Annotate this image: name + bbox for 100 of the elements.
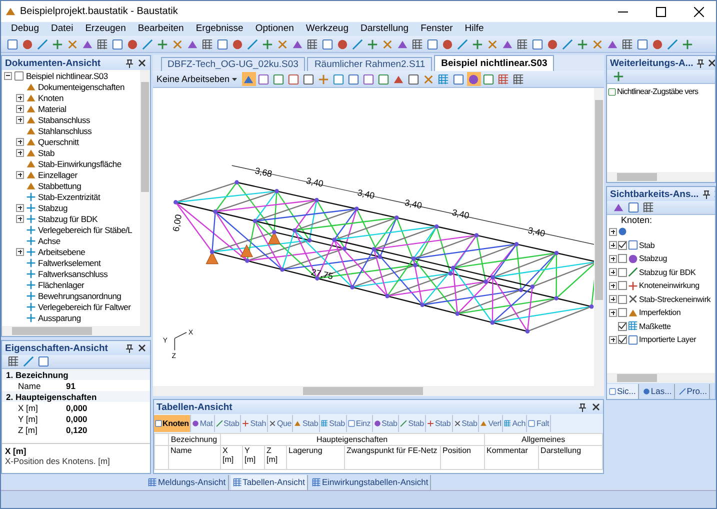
menu-item[interactable]: Optionen [249, 22, 300, 36]
document-tab[interactable]: Beispiel nichtlinear.S03 [434, 55, 554, 71]
property-group[interactable]: 1. Bezeichnung [2, 369, 150, 380]
property-value[interactable]: 0,000 [66, 414, 88, 424]
menu-item[interactable]: Datei [45, 22, 80, 36]
layer-label: Stab [639, 240, 655, 250]
column-header[interactable]: Darstellung [538, 446, 602, 470]
menu-item[interactable]: Fenster [414, 22, 459, 36]
section-heading: Knoten: [620, 215, 654, 225]
list-item[interactable]: Nichtlinear-Zugstäbe vers [617, 87, 698, 96]
panel-title: Dokumenten-Ansicht [5, 58, 102, 68]
tree-item[interactable]: Dokumenteigenschaften [38, 82, 124, 92]
table-tab[interactable]: Verl [479, 415, 504, 432]
table-tab[interactable]: Stah [241, 415, 268, 432]
tree-item[interactable]: Stahlanschluss [38, 126, 92, 136]
workplane-dropdown[interactable]: Keine Arbeitseben [156, 74, 241, 84]
column-header[interactable]: Kommentar [484, 446, 538, 470]
panel-title: Tabellen-Ansicht [156, 402, 234, 412]
property-name: Z [m] [18, 424, 38, 434]
column-group-header: Haupteigenschaften [220, 434, 484, 446]
property-value[interactable]: 0,120 [66, 424, 88, 434]
table-tab[interactable]: Stab [452, 415, 480, 432]
panel-tab[interactable]: Sic... [607, 384, 639, 398]
table-tab[interactable]: Mat [190, 415, 215, 432]
column-header[interactable]: Position [440, 446, 484, 470]
layer-label: Stabzug [639, 254, 667, 264]
column-header[interactable]: X [m] [220, 446, 242, 470]
property-name: Name [18, 380, 42, 390]
column-group-header: Bezeichnung [168, 434, 220, 446]
tree-item[interactable]: Material [38, 104, 66, 114]
table-tab[interactable]: Ach [503, 415, 528, 432]
layer-label: Maßkette [639, 322, 671, 331]
column-header[interactable]: Z [m] [264, 446, 286, 470]
tree-item[interactable]: Faltwerksanschluss [38, 268, 108, 278]
tree-item[interactable]: Flächenlager [38, 280, 84, 290]
dimension-label: 3,40 [304, 176, 324, 189]
description-title: X [m] [5, 446, 28, 456]
tree-item[interactable]: Stabbettung [38, 180, 82, 190]
panel-tab[interactable]: Pro... [676, 384, 710, 398]
column-header[interactable]: Zwangspunkt für FE-Netz [344, 446, 440, 470]
table-tab[interactable]: Falt [527, 415, 552, 432]
layer-label: Imperfektion [639, 308, 681, 318]
column-header[interactable]: Name [168, 446, 220, 470]
tree-item[interactable]: Stabzug für BDK [38, 214, 98, 224]
dimension-label: 6,00 [170, 214, 184, 232]
table-tab[interactable]: Stab [214, 415, 242, 432]
tree-item[interactable]: Stab-Einwirkungsfläche [38, 158, 122, 168]
tree-item[interactable]: Achse [38, 236, 60, 246]
menu-item[interactable]: Erzeugen [79, 22, 132, 36]
tree-item[interactable]: Faltwerkselement [38, 258, 101, 268]
column-header[interactable]: Lagerung [286, 446, 344, 470]
tree-item[interactable]: Querschnitt [38, 136, 79, 146]
table-tab[interactable]: Stab [426, 415, 453, 432]
tree-item[interactable]: Stabanschluss [38, 114, 90, 124]
column-header[interactable]: Y [m] [242, 446, 264, 470]
dimension-label: 3,68 [254, 166, 273, 179]
tree-item[interactable]: Verlegebereich für Stäbe/L [38, 224, 132, 234]
menu-item[interactable]: Hilfe [458, 22, 490, 36]
document-tab[interactable]: DBFZ-Tech_OG-UG_02ku.S03 [160, 57, 306, 71]
layer-label: Importierte Layer [639, 335, 696, 344]
tree-item[interactable]: Stab [38, 148, 54, 158]
tree-item[interactable]: Verlegebereich für Faltwer [38, 302, 131, 312]
tree-item[interactable]: Arbeitsebene [38, 246, 86, 256]
tree-item[interactable]: Einzellager [38, 170, 78, 180]
table-tab[interactable]: Que [268, 415, 294, 432]
table-tab[interactable]: Stab [372, 415, 400, 432]
dimension-label: 3,40 [526, 225, 546, 239]
dimension-label: 3,40 [450, 207, 470, 221]
table-tab[interactable]: Stab [293, 415, 320, 432]
tree-item[interactable]: Aussparung [38, 312, 81, 322]
panel-tab[interactable]: Las... [640, 384, 675, 398]
property-group[interactable]: 2. Haupteigenschaften [2, 391, 150, 402]
panel-title: Weiterleitungs-A... [610, 58, 694, 68]
dimension-label: 3,40 [403, 197, 422, 211]
tree-item[interactable]: Knoten [38, 92, 64, 102]
menu-item[interactable]: Debug [5, 22, 45, 36]
menu-item[interactable]: Bearbeiten [132, 22, 190, 36]
menu-item[interactable]: Darstellung [354, 22, 415, 36]
layer-label: Knoteneinwirkung [639, 281, 700, 290]
menu-item[interactable]: Ergebnisse [190, 22, 250, 36]
table-tab[interactable]: Knoten [154, 415, 191, 432]
description-text: X-Position des Knotens. [m] [5, 456, 111, 466]
property-value[interactable]: 0,000 [66, 402, 88, 412]
layer-label: Stabzug für BDK [639, 268, 696, 277]
tree-item[interactable]: Stab-Exzentrizität [38, 192, 100, 202]
window-title: Beispielprojekt.baustatik - Baustatik [20, 6, 179, 17]
menu-item[interactable]: Werkzeug [300, 22, 354, 36]
tree-item[interactable]: Beispiel nichtlinear.S03 [26, 70, 108, 80]
table-tab[interactable]: Einz [346, 415, 373, 432]
tree-item[interactable]: Stabzug [38, 202, 68, 212]
table-tab[interactable]: Stab [320, 415, 347, 432]
panel-title: Sichtbarkeits-Ans... [610, 188, 699, 200]
document-tab[interactable]: Räumlicher Rahmen2.S11 [307, 57, 432, 71]
tree-item[interactable]: Bewehrungsanordnung [38, 290, 122, 300]
property-value[interactable]: 91 [66, 380, 76, 390]
table-tab[interactable]: Stab [399, 415, 426, 432]
panel-title: Eigenschaften-Ansicht [5, 342, 109, 354]
layer-label: Stab-Streckeneinwirk [639, 294, 711, 304]
view-tab[interactable]: Tabellen-Ansicht [230, 474, 308, 490]
dimension-label: 3,40 [356, 187, 376, 201]
